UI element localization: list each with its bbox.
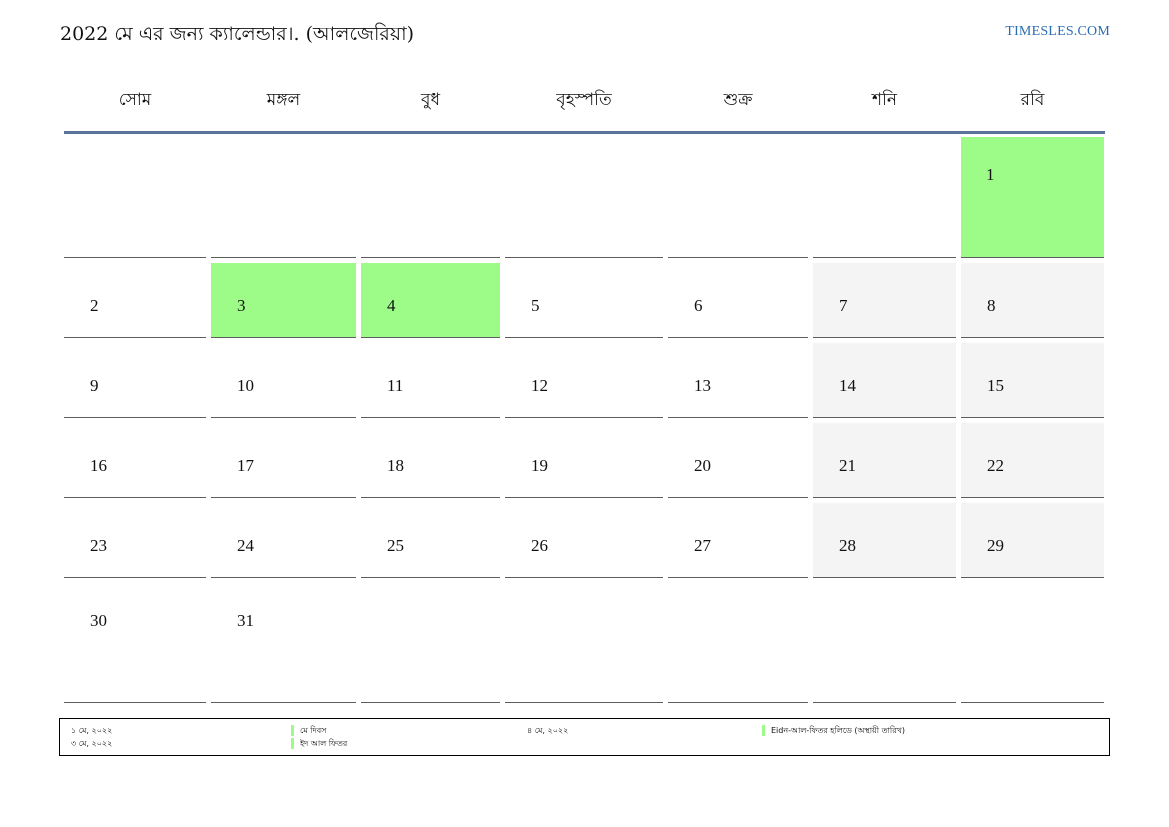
day-cell-empty [505, 578, 663, 703]
day-cell-22[interactable]: 22 [961, 423, 1104, 498]
day-number: 29 [987, 536, 1004, 555]
day-number: 15 [987, 376, 1004, 395]
day-number: 9 [90, 376, 99, 395]
day-number: 20 [694, 456, 711, 475]
day-number: 26 [531, 536, 548, 555]
day-cell-25[interactable]: 25 [361, 503, 500, 578]
day-cell-empty [361, 132, 500, 258]
day-number: 28 [839, 536, 856, 555]
day-cell-7[interactable]: 7 [813, 263, 956, 338]
day-cell-18[interactable]: 18 [361, 423, 500, 498]
day-number: 18 [387, 456, 404, 475]
day-cell-21[interactable]: 21 [813, 423, 956, 498]
day-cell-10[interactable]: 10 [211, 343, 356, 418]
day-number: 6 [694, 296, 703, 315]
weekday-header-sun: রবি [1020, 90, 1045, 110]
legend-holiday-name: মে দিবস [300, 726, 327, 735]
brand-link[interactable]: TIMESLES.COM [1005, 24, 1110, 40]
day-cell-2[interactable]: 2 [64, 263, 206, 338]
day-cell-19[interactable]: 19 [505, 423, 663, 498]
day-number: 11 [387, 376, 404, 395]
day-cell-empty [211, 132, 356, 258]
day-number: 5 [531, 296, 540, 315]
day-cell-27[interactable]: 27 [668, 503, 808, 578]
day-number: 27 [694, 536, 711, 555]
day-cell-31[interactable]: 31 [211, 578, 356, 703]
day-cell-3[interactable]: 3 [211, 263, 356, 338]
day-cell-4[interactable]: 4 [361, 263, 500, 338]
day-number: 7 [839, 296, 848, 315]
day-cell-20[interactable]: 20 [668, 423, 808, 498]
day-cell-29[interactable]: 29 [961, 503, 1104, 578]
weekday-header-thu: বৃহস্পতি [556, 90, 612, 110]
holiday-color-marker [291, 738, 294, 749]
day-number: 2 [90, 296, 99, 315]
legend-date: ৩ মে, ২০২২ [71, 739, 113, 748]
legend-holiday-name: Eidন-আল-ফিতর হলিডে (অস্থায়ী তারিখ) [771, 726, 905, 735]
day-cell-14[interactable]: 14 [813, 343, 956, 418]
day-number: 17 [237, 456, 254, 475]
day-cell-24[interactable]: 24 [211, 503, 356, 578]
day-cell-23[interactable]: 23 [64, 503, 206, 578]
day-number: 22 [987, 456, 1004, 475]
day-cell-empty [505, 132, 663, 258]
day-number: 4 [387, 296, 396, 315]
day-cell-16[interactable]: 16 [64, 423, 206, 498]
day-number: 19 [531, 456, 548, 475]
day-cell-17[interactable]: 17 [211, 423, 356, 498]
day-number: 31 [237, 611, 254, 630]
weekday-header-tue: মঙ্গল [266, 90, 301, 110]
day-cell-empty [813, 578, 956, 703]
day-number: 30 [90, 611, 107, 630]
legend-date: ৪ মে, ২০২২ [527, 726, 569, 735]
day-cell-1[interactable]: 1 [961, 137, 1104, 258]
weekday-header-sat: শনি [871, 90, 898, 110]
day-number: 24 [237, 536, 254, 555]
day-number: 16 [90, 456, 107, 475]
weekday-header-mon: সোম [118, 90, 152, 110]
holiday-color-marker [291, 725, 294, 736]
day-cell-12[interactable]: 12 [505, 343, 663, 418]
day-cell-13[interactable]: 13 [668, 343, 808, 418]
day-cell-28[interactable]: 28 [813, 503, 956, 578]
day-number: 3 [237, 296, 246, 315]
day-cell-8[interactable]: 8 [961, 263, 1104, 338]
day-number: 25 [387, 536, 404, 555]
holiday-legend: ১ মে, ২০২২ মে দিবস ৩ মে, ২০২২ ইদ আল ফিতর… [59, 718, 1110, 756]
day-cell-6[interactable]: 6 [668, 263, 808, 338]
day-number: 13 [694, 376, 711, 395]
day-cell-empty [961, 578, 1104, 703]
day-cell-empty [668, 578, 808, 703]
day-cell-empty [813, 132, 956, 258]
legend-holiday-name: ইদ আল ফিতর [300, 739, 348, 748]
day-number: 1 [986, 165, 995, 184]
day-cell-9[interactable]: 9 [64, 343, 206, 418]
day-cell-empty [361, 578, 500, 703]
day-cell-26[interactable]: 26 [505, 503, 663, 578]
calendar-grid: সোম মঙ্গল বুধ বৃহস্পতি শুক্র শনি রবি 1 2… [64, 68, 1105, 703]
legend-date: ১ মে, ২০২২ [71, 726, 113, 735]
day-cell-30[interactable]: 30 [64, 578, 206, 703]
day-number: 21 [839, 456, 856, 475]
page-title: 2022 মে এর জন্য ক্যালেন্ডার।. (আলজেরিয়া… [60, 23, 415, 45]
day-cell-empty [64, 132, 206, 258]
weekday-header-wed: বুধ [421, 90, 440, 110]
day-cell-empty [668, 132, 808, 258]
day-number: 23 [90, 536, 107, 555]
day-number: 14 [839, 376, 856, 395]
weekday-header-fri: শুক্র [723, 90, 753, 110]
holiday-color-marker [762, 725, 765, 736]
day-cell-11[interactable]: 11 [361, 343, 500, 418]
day-cell-5[interactable]: 5 [505, 263, 663, 338]
day-number: 8 [987, 296, 996, 315]
day-cell-15[interactable]: 15 [961, 343, 1104, 418]
day-number: 12 [531, 376, 548, 395]
day-number: 10 [237, 376, 254, 395]
